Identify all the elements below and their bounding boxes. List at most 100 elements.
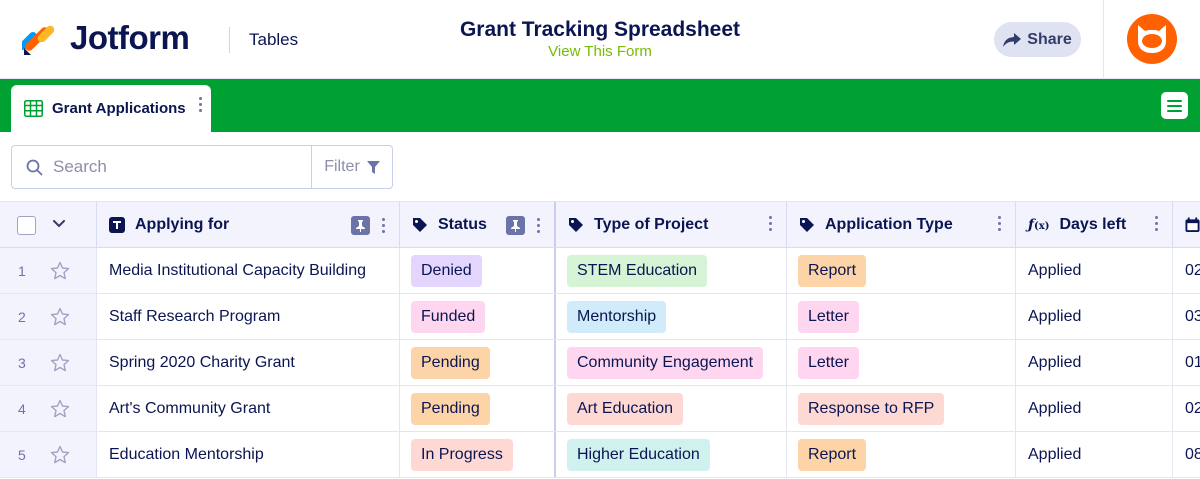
application-type-badge: Letter <box>798 300 859 333</box>
row-select-cell: 5 <box>0 432 97 477</box>
cell-text: 02 <box>1185 261 1200 279</box>
status-badge: Pending <box>411 392 490 425</box>
select-all-checkbox[interactable] <box>17 216 36 235</box>
column-header-date[interactable] <box>1173 202 1200 247</box>
pin-icon[interactable] <box>506 216 525 235</box>
search-field[interactable] <box>12 146 312 188</box>
cell-applying-for[interactable]: Staff Research Program <box>97 294 400 339</box>
status-badge: Pending <box>411 346 490 379</box>
cell-text: Media Institutional Capacity Building <box>109 261 367 279</box>
hamburger-menu-button[interactable] <box>1161 92 1188 119</box>
column-label: Days left <box>1059 215 1127 233</box>
filter-label: Filter <box>324 158 360 175</box>
share-label: Share <box>1027 30 1072 48</box>
table-row[interactable]: 4 Art's Community Grant Pending Art Educati… <box>0 386 1200 432</box>
chevron-down-icon[interactable] <box>53 220 65 228</box>
cell-days-left[interactable]: Applied <box>1016 248 1173 293</box>
cell-applying-for[interactable]: Spring 2020 Charity Grant <box>97 340 400 385</box>
search-input[interactable] <box>53 157 293 177</box>
jotform-logo[interactable]: Jotform <box>19 18 190 58</box>
cell-type-of-project[interactable]: Community Engagement <box>556 340 787 385</box>
cell-type-of-project[interactable]: Mentorship <box>556 294 787 339</box>
column-options-icon[interactable] <box>1155 216 1158 231</box>
column-options-icon[interactable] <box>537 218 540 233</box>
cell-text: 03 <box>1185 307 1200 325</box>
cell-text: Spring 2020 Charity Grant <box>109 353 295 371</box>
cell-status[interactable]: Pending <box>400 340 556 385</box>
cell-text: 08 <box>1185 445 1200 463</box>
cell-text: Art's Community Grant <box>109 399 271 417</box>
table-row[interactable]: 3 Spring 2020 Charity Grant Pending Communi… <box>0 340 1200 386</box>
avatar[interactable] <box>1127 14 1177 64</box>
star-icon[interactable] <box>50 261 70 286</box>
column-header-applying-for[interactable]: Applying for <box>97 202 400 247</box>
star-icon[interactable] <box>50 307 70 332</box>
cell-type-of-project[interactable]: Higher Education <box>556 432 787 477</box>
text-type-icon <box>109 216 125 233</box>
column-options-icon[interactable] <box>769 216 772 231</box>
table-row[interactable]: 1 Media Institutional Capacity Building De… <box>0 248 1200 294</box>
cell-date[interactable]: 01 <box>1173 340 1200 385</box>
column-header-days-left[interactable]: ƒ(x) Days left <box>1016 202 1173 247</box>
cell-application-type[interactable]: Letter <box>787 340 1016 385</box>
tab-options-icon[interactable] <box>199 97 202 112</box>
formula-icon: ƒ(x) <box>1028 216 1050 233</box>
column-header-type-of-project[interactable]: Type of Project <box>556 202 787 247</box>
cell-days-left[interactable]: Applied <box>1016 294 1173 339</box>
cell-status[interactable]: Denied <box>400 248 556 293</box>
cell-date[interactable]: 08 <box>1173 432 1200 477</box>
star-icon[interactable] <box>50 445 70 470</box>
cell-application-type[interactable]: Letter <box>787 294 1016 339</box>
tab-grant-applications[interactable]: Grant Applications <box>11 85 211 132</box>
cell-date[interactable]: 02 <box>1173 386 1200 431</box>
status-badge: Funded <box>411 300 486 333</box>
cell-status[interactable]: In Progress <box>400 432 556 477</box>
view-form-link[interactable]: View This Form <box>400 43 800 61</box>
column-options-icon[interactable] <box>998 216 1001 231</box>
column-header-application-type[interactable]: Application Type <box>787 202 1016 247</box>
project-badge: Mentorship <box>567 300 667 333</box>
cell-status[interactable]: Pending <box>400 386 556 431</box>
row-select-cell: 3 <box>0 340 97 385</box>
cell-applying-for[interactable]: Art's Community Grant <box>97 386 400 431</box>
cell-application-type[interactable]: Report <box>787 432 1016 477</box>
tag-icon <box>800 217 814 232</box>
table-row[interactable]: 2 Staff Research Program Funded Mentorship L… <box>0 294 1200 340</box>
jotform-logo-icon <box>19 20 56 56</box>
cell-text: Applied <box>1028 399 1082 417</box>
star-icon[interactable] <box>50 399 70 424</box>
cell-type-of-project[interactable]: STEM Education <box>556 248 787 293</box>
row-select-cell: 4 <box>0 386 97 431</box>
cell-status[interactable]: Funded <box>400 294 556 339</box>
cell-days-left[interactable]: Applied <box>1016 386 1173 431</box>
column-label: Status <box>438 215 487 233</box>
cell-applying-for[interactable]: Education Mentorship <box>97 432 400 477</box>
row-number: 4 <box>18 400 26 417</box>
cell-days-left[interactable]: Applied <box>1016 432 1173 477</box>
cell-text: 01 <box>1185 353 1200 371</box>
status-badge: In Progress <box>411 438 513 471</box>
column-header-status[interactable]: Status <box>400 202 556 247</box>
select-all-cell <box>0 202 97 247</box>
cell-days-left[interactable]: Applied <box>1016 340 1173 385</box>
cell-applying-for[interactable]: Media Institutional Capacity Building <box>97 248 400 293</box>
cell-application-type[interactable]: Report <box>787 248 1016 293</box>
star-icon[interactable] <box>50 353 70 378</box>
tag-icon <box>569 217 583 232</box>
cell-type-of-project[interactable]: Art Education <box>556 386 787 431</box>
column-options-icon[interactable] <box>382 218 385 233</box>
share-button[interactable]: Share <box>994 22 1081 57</box>
row-select-cell: 2 <box>0 294 97 339</box>
column-label: Application Type <box>825 215 953 233</box>
header-divider <box>229 27 230 53</box>
pin-icon[interactable] <box>351 216 370 235</box>
row-number: 5 <box>18 446 26 463</box>
section-label[interactable]: Tables <box>249 30 298 50</box>
row-select-cell: 1 <box>0 248 97 293</box>
table-row[interactable]: 5 Education Mentorship In Progress Higher E… <box>0 432 1200 478</box>
cell-date[interactable]: 03 <box>1173 294 1200 339</box>
cell-application-type[interactable]: Response to RFP <box>787 386 1016 431</box>
cell-text: Staff Research Program <box>109 307 281 325</box>
cell-date[interactable]: 02 <box>1173 248 1200 293</box>
filter-button[interactable]: Filter <box>312 146 392 188</box>
